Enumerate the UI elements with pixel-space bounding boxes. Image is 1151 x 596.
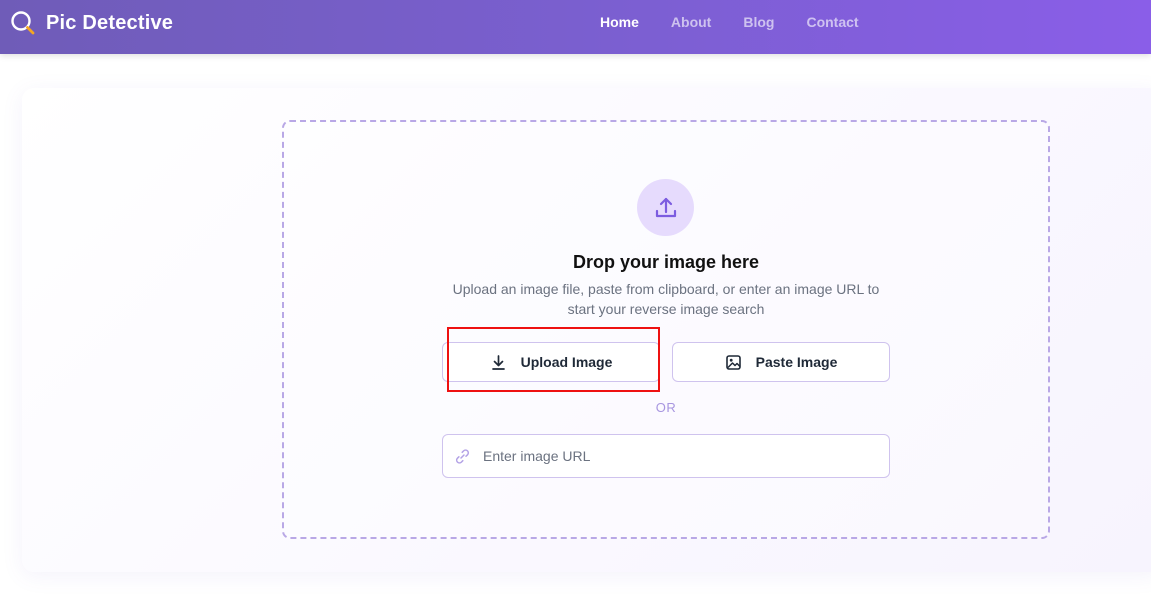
top-navbar: Pic Detective Home About Blog Contact xyxy=(0,0,1151,54)
or-divider: OR xyxy=(655,400,677,415)
upload-image-button[interactable]: Upload Image xyxy=(442,342,660,382)
link-icon xyxy=(455,449,470,464)
brand-name: Pic Detective xyxy=(46,11,174,34)
main-nav: Home About Blog Contact xyxy=(600,0,891,44)
download-icon xyxy=(491,354,505,370)
image-icon xyxy=(725,354,741,370)
magnifier-icon xyxy=(11,11,35,35)
nav-about[interactable]: About xyxy=(671,14,711,30)
dropzone-subtitle: Upload an image file, paste from clipboa… xyxy=(452,281,880,317)
nav-home[interactable]: Home xyxy=(600,14,639,30)
brand-logo-link[interactable]: Pic Detective xyxy=(10,0,173,46)
image-url-field[interactable] xyxy=(442,434,890,478)
paste-image-button[interactable]: Paste Image xyxy=(672,342,890,382)
upload-icon-badge xyxy=(637,179,694,236)
nav-contact[interactable]: Contact xyxy=(806,14,858,30)
nav-blog[interactable]: Blog xyxy=(743,14,774,30)
dropzone-title: Drop your image here xyxy=(572,252,760,272)
paste-image-label: Paste Image xyxy=(755,354,838,370)
upload-icon xyxy=(655,197,676,217)
image-url-input[interactable] xyxy=(483,435,883,477)
upload-image-label: Upload Image xyxy=(520,354,613,370)
